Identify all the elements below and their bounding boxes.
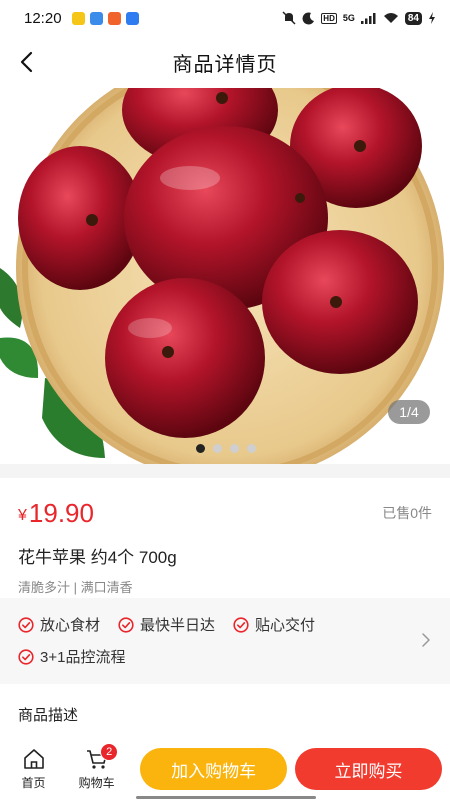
product-name: 花牛苹果 约4个 700g <box>18 548 177 567</box>
bottom-action-bar: 首页 购物车 2 加入购物车 立即购买 <box>0 738 450 800</box>
cart-count-badge: 2 <box>100 743 119 761</box>
carousel-dot[interactable] <box>196 444 205 453</box>
guarantee-label: 贴心交付 <box>255 617 316 634</box>
app-notification-icon <box>125 11 139 25</box>
nav-bar: 商品详情页 <box>0 36 450 88</box>
check-circle-icon <box>233 616 249 633</box>
guarantee-label: 最快半日达 <box>140 617 216 634</box>
home-indicator[interactable] <box>136 796 316 799</box>
moon-icon <box>302 11 315 24</box>
tab-home[interactable]: 首页 <box>12 747 55 791</box>
buy-now-button[interactable]: 立即购买 <box>295 748 442 790</box>
product-info: ¥ 19.90 已售0件 花牛苹果 约4个 700g 清脆多汁 | 满口清香 <box>0 478 450 596</box>
product-tags: 清脆多汁 | 满口清香 <box>18 580 133 595</box>
check-circle-icon <box>18 616 34 633</box>
carousel-dot[interactable] <box>247 444 256 453</box>
carousel-dots <box>0 444 450 453</box>
guarantee-item: 贴心交付 <box>233 614 315 635</box>
tab-home-label: 首页 <box>21 776 46 790</box>
carousel-dot[interactable] <box>230 444 239 453</box>
app-notification-icon <box>71 11 85 25</box>
guarantee-label: 放心食材 <box>40 617 101 634</box>
check-circle-icon <box>18 648 34 665</box>
network-type: 5G <box>342 13 355 23</box>
check-circle-icon <box>118 616 134 633</box>
tab-cart-label: 购物车 <box>78 776 115 790</box>
battery-level: 84 <box>404 11 422 25</box>
guarantee-item: 3+1品控流程 <box>18 646 125 667</box>
notification-icons <box>71 11 139 25</box>
image-counter: 1/4 <box>388 400 430 424</box>
add-to-cart-button[interactable]: 加入购物车 <box>140 748 288 790</box>
product-price: 19.90 <box>28 498 94 528</box>
chevron-right-icon[interactable] <box>420 632 432 648</box>
status-indicators: HD 5G 84 <box>282 11 436 25</box>
sold-count: 已售0件 <box>382 505 432 521</box>
description-heading: 商品描述 <box>18 707 79 724</box>
wifi-icon <box>383 13 398 23</box>
app-notification-icon <box>107 11 121 25</box>
section-divider <box>0 464 450 478</box>
product-image-carousel[interactable]: 1/4 <box>0 88 450 464</box>
back-arrow-icon[interactable] <box>16 50 40 74</box>
currency-symbol: ¥ <box>18 507 27 524</box>
home-icon <box>23 749 44 769</box>
signal-icon <box>360 13 376 24</box>
hd-icon: HD <box>321 12 337 24</box>
price-row: ¥ 19.90 已售0件 <box>18 498 432 529</box>
product-image <box>0 88 444 464</box>
service-guarantees[interactable]: 放心食材 最快半日达 贴心交付 3+1品控流程 <box>0 598 450 684</box>
carousel-dot[interactable] <box>213 444 222 453</box>
status-bar: 12:20 HD 5G 84 <box>0 0 450 36</box>
tab-cart[interactable]: 购物车 2 <box>75 743 119 791</box>
guarantee-item: 放心食材 <box>18 614 100 635</box>
mute-icon <box>282 11 296 25</box>
guarantee-label: 3+1品控流程 <box>40 649 126 666</box>
page-title: 商品详情页 <box>172 53 278 76</box>
status-time: 12:20 <box>24 9 62 27</box>
charging-icon <box>429 12 435 24</box>
app-notification-icon <box>89 11 103 25</box>
guarantee-item: 最快半日达 <box>118 614 215 635</box>
